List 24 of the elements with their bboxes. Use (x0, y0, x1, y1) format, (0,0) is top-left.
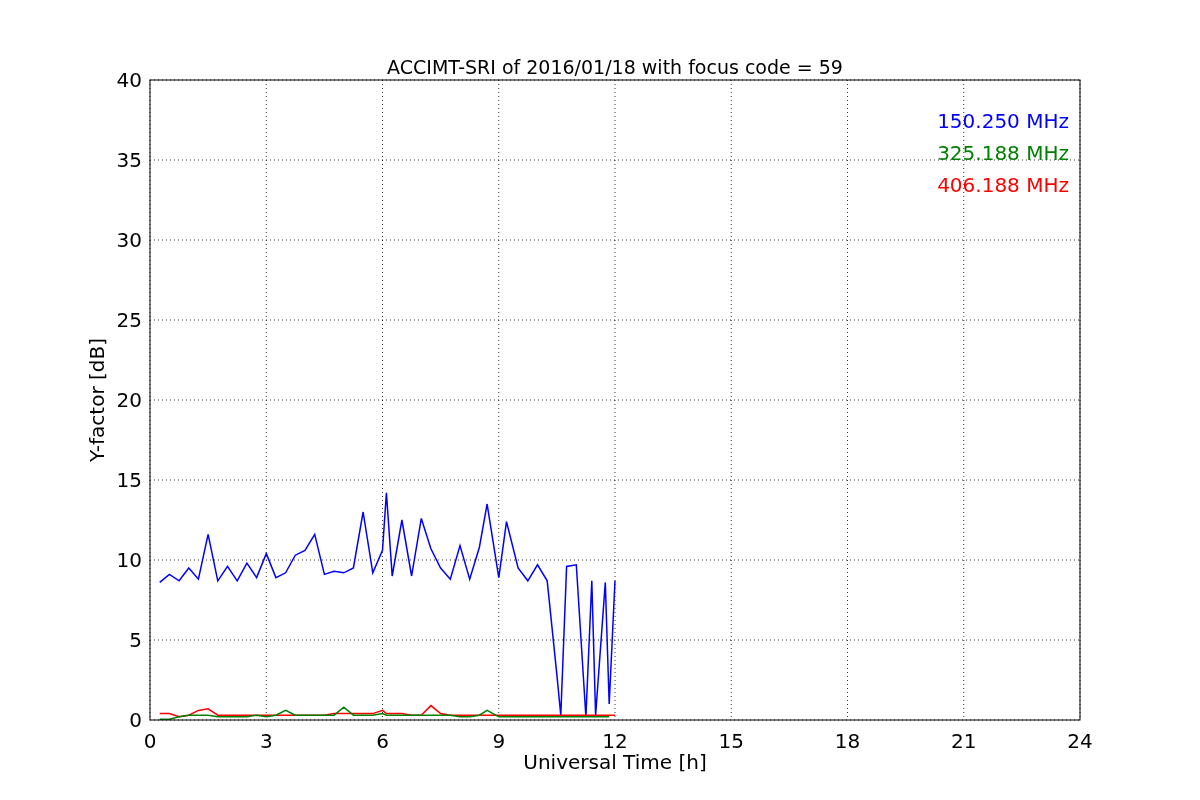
tick-label: 15 (718, 729, 744, 753)
tick-label: 30 (116, 228, 142, 252)
tick-label: 20 (116, 388, 142, 412)
tick-label: 10 (116, 548, 142, 572)
chart-title: ACCIMT-SRI of 2016/01/18 with focus code = 59 (387, 56, 843, 78)
tick-label: 12 (602, 729, 628, 753)
legend-label: 406.188 MHz (937, 173, 1069, 197)
tick-label: 3 (259, 729, 273, 753)
tick-label: 6 (376, 729, 389, 753)
tick-label: 40 (116, 68, 142, 92)
x-axis-label: Universal Time [h] (523, 750, 707, 774)
y-axis-label: Y-factor [dB] (85, 338, 109, 462)
tick-label: 0 (143, 729, 157, 753)
tick-label: 18 (834, 729, 861, 753)
legend-label: 325.188 MHz (937, 141, 1069, 165)
tick-label: 35 (116, 148, 142, 172)
tick-label: 9 (492, 729, 506, 753)
tick-label: 0 (129, 708, 142, 732)
tick-label: 5 (129, 628, 142, 652)
tick-label: 24 (1067, 729, 1093, 753)
tick-label: 25 (116, 308, 142, 332)
legend-label: 150.250 MHz (937, 109, 1069, 133)
tick-label: 15 (116, 468, 142, 492)
tick-label: 21 (951, 729, 977, 753)
